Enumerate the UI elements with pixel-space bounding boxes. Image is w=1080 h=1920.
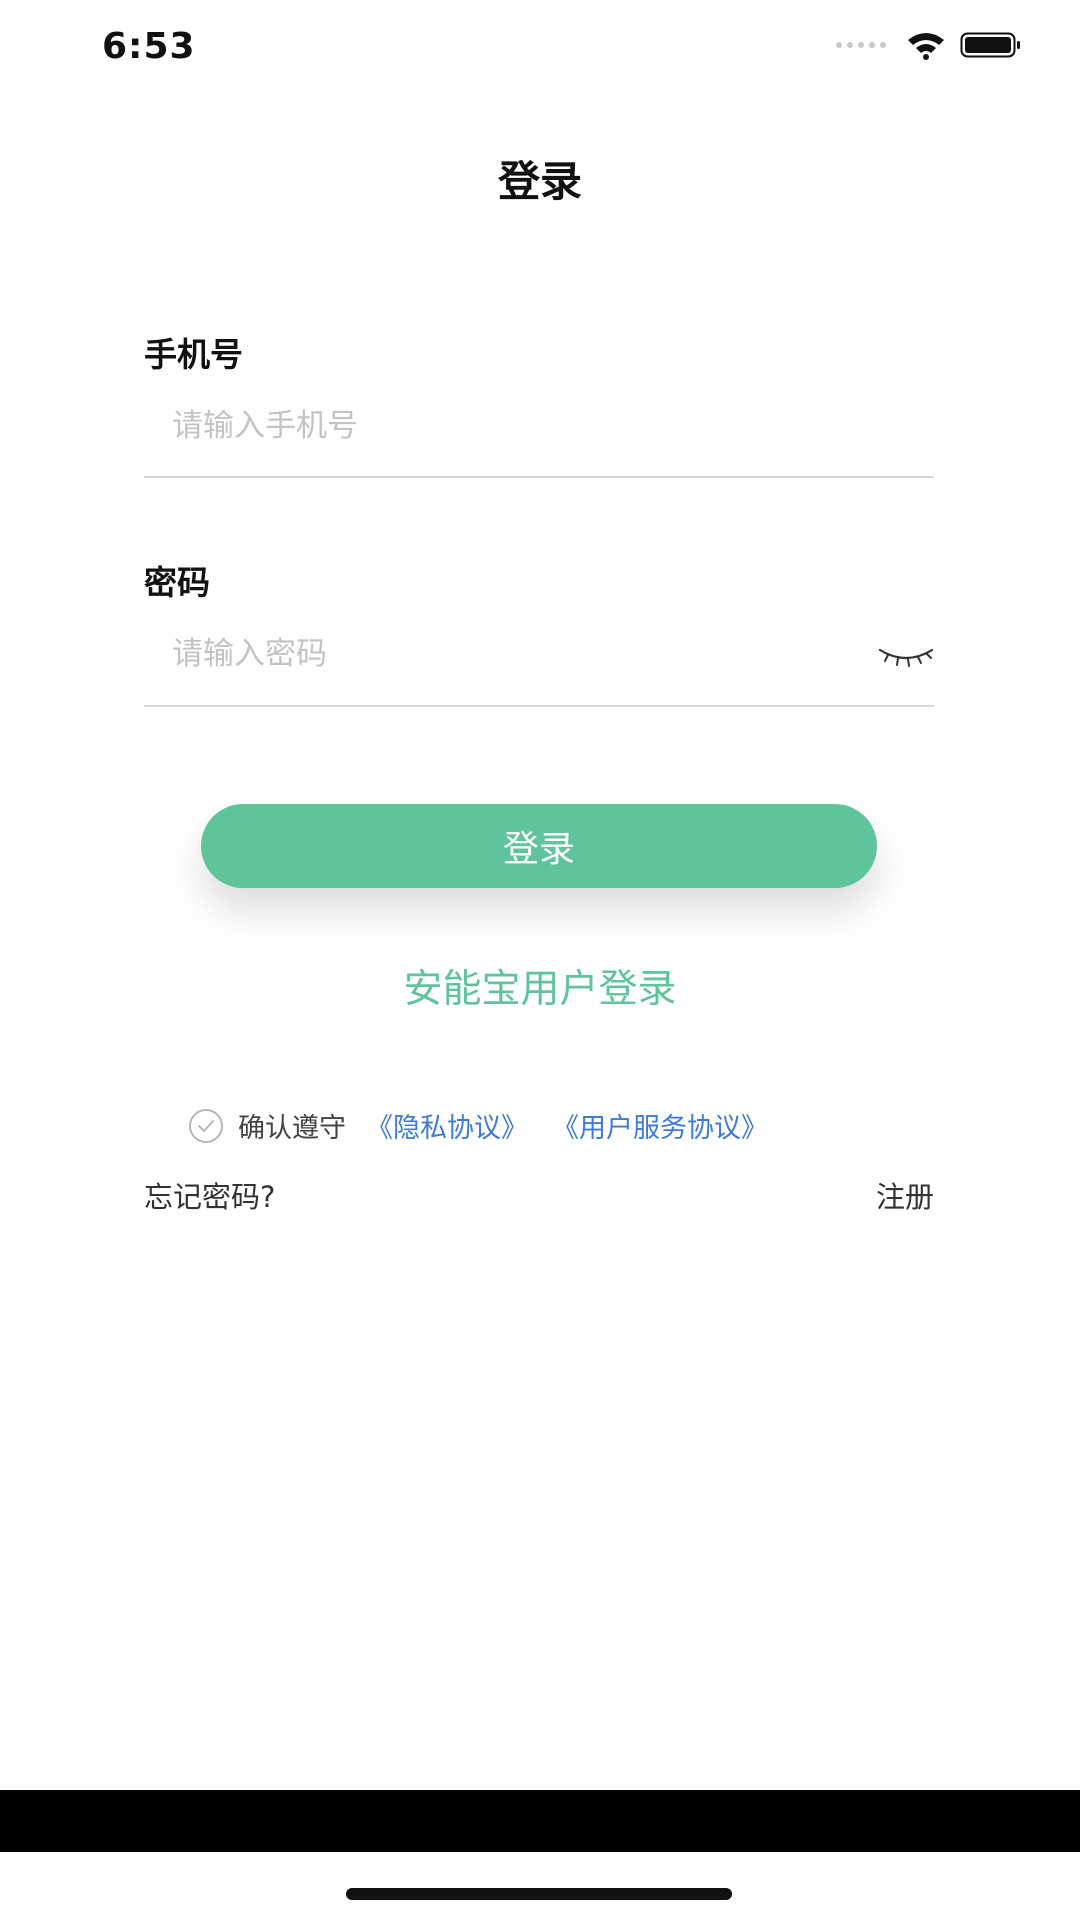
forgot-password-link[interactable]: 忘记密码? <box>144 1174 275 1216</box>
password-input[interactable] <box>172 624 732 684</box>
battery-icon <box>960 32 1020 58</box>
anneng-user-login-link[interactable]: 安能宝用户登录 <box>0 958 1080 1014</box>
home-indicator[interactable] <box>346 1888 732 1900</box>
phone-input[interactable] <box>172 396 832 456</box>
phone-label: 手机号 <box>144 335 243 374</box>
service-agreement-link[interactable]: 《用户服务协议》 <box>552 1106 768 1145</box>
login-screen: 6:53 登录 手机号 密码 <box>0 0 1080 1920</box>
eye-closed-icon[interactable] <box>876 636 936 672</box>
wifi-icon <box>908 33 944 60</box>
password-underline <box>144 705 934 707</box>
register-link[interactable]: 注册 <box>876 1174 934 1216</box>
login-button[interactable]: 登录 <box>201 804 877 888</box>
agreement-confirm-text: 确认遵守 <box>238 1113 346 1144</box>
agreement-row: 确认遵守 《隐私协议》 《用户服务协议》 <box>188 1106 792 1145</box>
status-icons <box>836 30 1022 60</box>
privacy-agreement-link[interactable]: 《隐私协议》 <box>366 1106 528 1145</box>
status-bar: 6:53 <box>0 0 1080 100</box>
signal-dots-icon <box>836 42 886 48</box>
bottom-bar <box>0 1790 1080 1852</box>
password-label: 密码 <box>144 563 210 602</box>
page-title: 登录 <box>497 157 582 206</box>
check-circle-icon[interactable] <box>188 1108 224 1144</box>
phone-underline <box>144 476 934 478</box>
status-time: 6:53 <box>102 26 196 67</box>
